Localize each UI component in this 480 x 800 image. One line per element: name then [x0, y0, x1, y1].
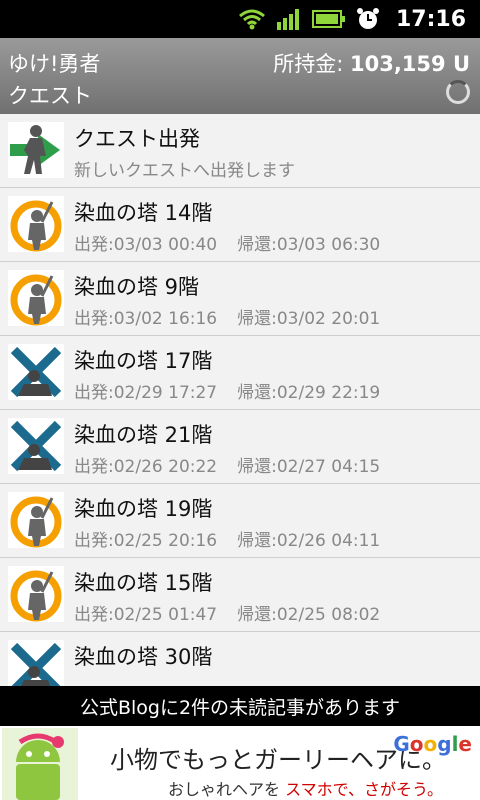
- battery-icon: [311, 7, 346, 31]
- quest-name: 染血の塔 14階: [74, 201, 213, 225]
- quest-row[interactable]: 染血の塔 15階 出発:02/25 01:47 帰還:02/25 08:02: [0, 558, 480, 632]
- quest-name: 染血の塔 17階: [74, 349, 213, 373]
- app-title: ゆけ!勇者: [8, 52, 101, 76]
- quest-name: 染血の塔 19階: [74, 497, 213, 521]
- money-display: 所持金: 103,159 U: [273, 48, 470, 78]
- quest-return-time: 帰還:02/27 04:15: [237, 457, 381, 477]
- ad-subline-b: スマホで、さがそう。: [285, 780, 444, 799]
- quest-name: 染血の塔 30階: [74, 645, 213, 669]
- quest-return-time: 帰還:03/03 06:30: [237, 235, 381, 255]
- quest-row[interactable]: 染血の塔 21階 出発:02/26 20:22 帰還:02/27 04:15: [0, 410, 480, 484]
- quest-name: 染血の塔 9階: [74, 275, 200, 299]
- hero-failed-icon: [8, 344, 64, 400]
- ad-subline-a: おしゃれヘアを: [168, 780, 281, 799]
- quest-row[interactable]: 染血の塔 30階: [0, 632, 480, 686]
- google-logo: Google: [393, 732, 472, 756]
- quest-name: 染血の塔 21階: [74, 423, 213, 447]
- hero-depart-arrow-icon: [8, 122, 64, 178]
- quest-row[interactable]: 染血の塔 14階 出発:03/03 00:40 帰還:03/03 06:30: [0, 188, 480, 262]
- depart-title: クエスト出発: [74, 127, 200, 151]
- quest-return-time: 帰還:02/25 08:02: [237, 605, 381, 625]
- quest-return-time: 帰還:03/02 20:01: [237, 309, 381, 329]
- quest-depart-time: 出発:02/26 20:22: [74, 457, 218, 477]
- alarm-clock-icon: [356, 7, 380, 31]
- depart-subtitle: 新しいクエストへ出発します: [74, 161, 295, 181]
- wifi-icon: [238, 7, 266, 31]
- quest-depart-time: 出発:03/03 00:40: [74, 235, 218, 255]
- status-time: 17:16: [395, 6, 466, 32]
- quest-return-time: 帰還:02/29 22:19: [237, 383, 381, 403]
- quest-times: 出発:02/25 20:16 帰還:02/26 04:11: [74, 526, 380, 551]
- ad-subline: おしゃれヘアを スマホで、さがそう。: [168, 776, 443, 800]
- quest-row[interactable]: 染血の塔 17階 出発:02/29 17:27 帰還:02/29 22:19: [0, 336, 480, 410]
- app-header: ゆけ!勇者 クエスト 所持金: 103,159 U: [0, 38, 480, 114]
- depart-quest-item[interactable]: クエスト出発 新しいクエストへ出発します: [0, 114, 480, 188]
- status-bar: 17:16: [0, 0, 480, 38]
- loading-spinner-icon: [446, 80, 470, 104]
- hero-in-progress-icon: [8, 566, 64, 622]
- quest-times: [74, 674, 94, 686]
- hero-in-progress-icon: [8, 270, 64, 326]
- quest-list[interactable]: クエスト出発 新しいクエストへ出発します 染血の塔 14階 出発:03/03 0…: [0, 114, 480, 686]
- money-label: 所持金:: [273, 52, 344, 76]
- quest-depart-time: 出発:02/25 20:16: [74, 531, 218, 551]
- hero-failed-icon: [8, 418, 64, 474]
- android-robot-icon: [2, 728, 78, 800]
- quest-depart-time: 出発:02/25 01:47: [74, 605, 218, 625]
- quest-depart-time: 出発:02/29 17:27: [74, 383, 218, 403]
- screen-title: クエスト: [8, 84, 92, 108]
- hero-in-progress-icon: [8, 492, 64, 548]
- quest-times: 出発:02/25 01:47 帰還:02/25 08:02: [74, 600, 380, 625]
- signal-icon: [276, 7, 302, 31]
- hero-in-progress-icon: [8, 196, 64, 252]
- quest-row[interactable]: 染血の塔 9階 出発:03/02 16:16 帰還:03/02 20:01: [0, 262, 480, 336]
- quest-row[interactable]: 染血の塔 19階 出発:02/25 20:16 帰還:02/26 04:11: [0, 484, 480, 558]
- money-value: 103,159 U: [349, 52, 470, 76]
- blog-notice-banner[interactable]: 公式Blogに2件の未読記事があります: [0, 686, 480, 726]
- quest-name: 染血の塔 15階: [74, 571, 213, 595]
- quest-return-time: 帰還:02/26 04:11: [237, 531, 381, 551]
- ad-banner[interactable]: 小物でもっとガーリーヘアに。 おしゃれヘアを スマホで、さがそう。 Google: [0, 726, 480, 800]
- quest-times: 出発:03/02 16:16 帰還:03/02 20:01: [74, 304, 380, 329]
- hero-failed-icon: [8, 640, 64, 686]
- quest-times: 出発:02/26 20:22 帰還:02/27 04:15: [74, 452, 380, 477]
- quest-times: 出発:03/03 00:40 帰還:03/03 06:30: [74, 230, 380, 255]
- quest-times: 出発:02/29 17:27 帰還:02/29 22:19: [74, 378, 380, 403]
- quest-depart-time: 出発:03/02 16:16: [74, 309, 218, 329]
